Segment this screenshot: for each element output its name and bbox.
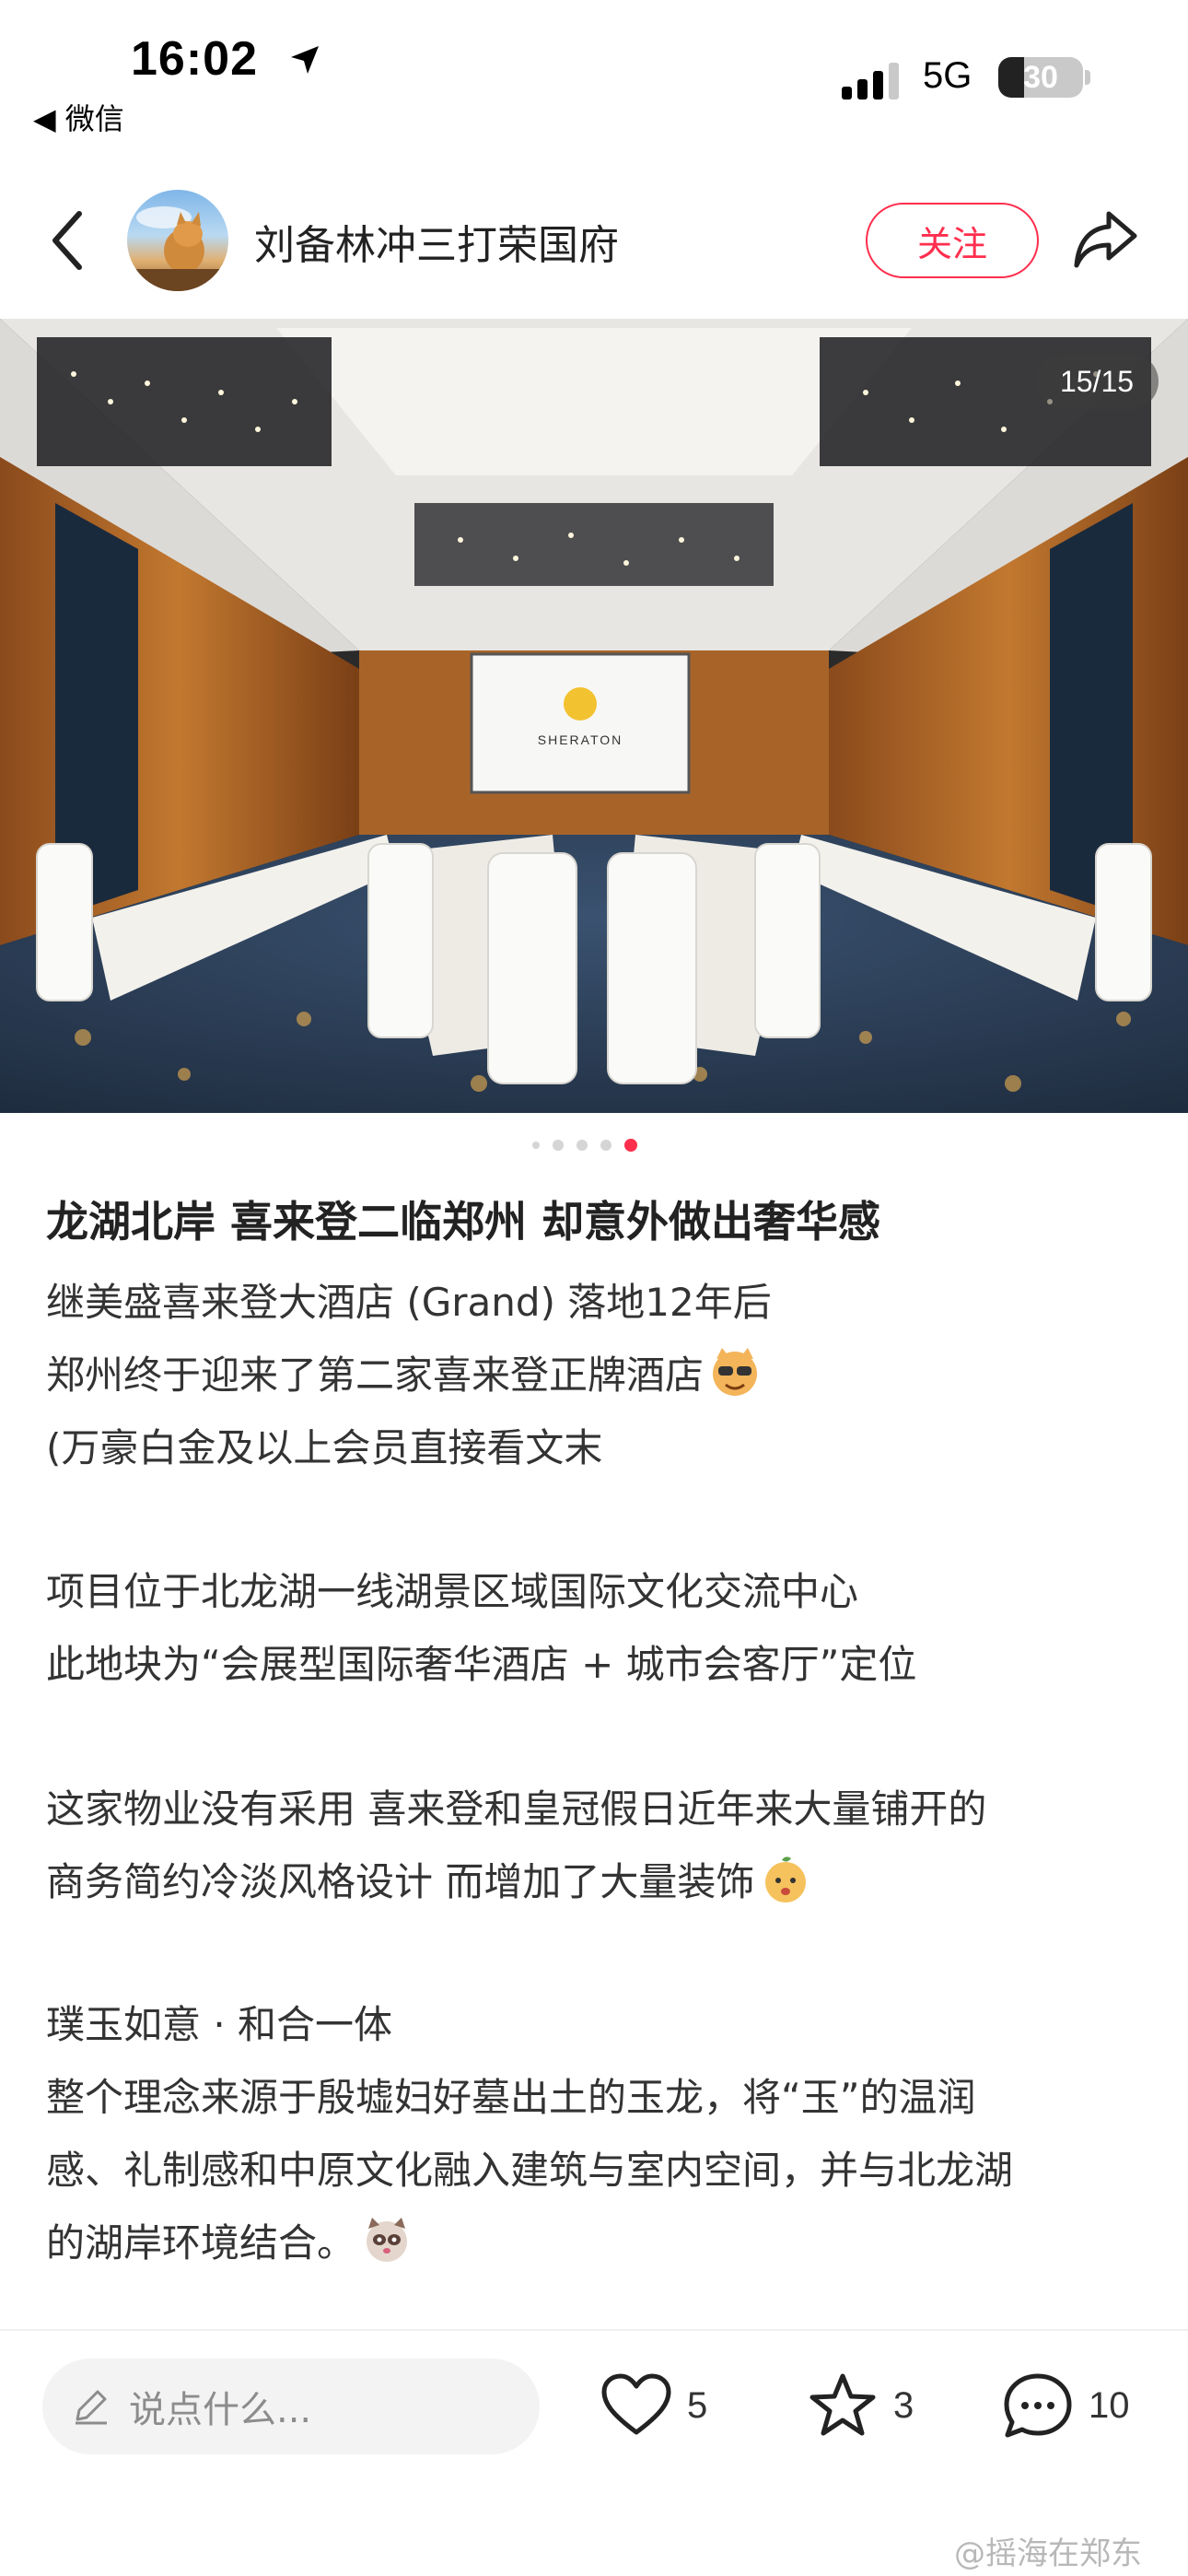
comment-count: 10	[1089, 2384, 1130, 2426]
peach-face-emoji-icon	[765, 1856, 807, 1903]
post-line: 璞玉如意 · 和合一体	[46, 2002, 393, 2047]
carousel-dot[interactable]	[600, 1140, 611, 1151]
post-photo[interactable]: SHERATON	[0, 319, 1188, 1113]
post-line-with-emoji: 郑州终于迎来了第二家喜来登正牌酒店	[46, 1339, 772, 1411]
image-counter: 15/15	[1035, 354, 1159, 409]
status-time: 16:02	[131, 32, 258, 86]
cat-avatar-icon	[127, 206, 228, 291]
carousel-dots[interactable]	[532, 1139, 637, 1152]
back-to-wechat-link[interactable]: ◀ 微信	[33, 96, 124, 138]
carousel-dot[interactable]	[577, 1140, 588, 1151]
battery-indicator: 30	[998, 57, 1083, 98]
raccoon-emoji-icon	[367, 2218, 408, 2262]
carousel-dot[interactable]	[532, 1142, 540, 1149]
post-line: 继美盛喜来登大酒店 (Grand) 落地12年后	[46, 1280, 772, 1325]
author-name[interactable]: 刘备林冲三打荣国府	[254, 212, 619, 271]
author-avatar[interactable]	[127, 190, 228, 291]
post-line: 项目位于北龙湖一线湖景区域国际文化交流中心	[46, 1569, 859, 1614]
post-line: 感、礼制感和中原文化融入建筑与室内空间，并与北龙湖	[46, 2148, 1014, 2193]
like-button[interactable]: 5	[600, 2371, 707, 2440]
shiba-sunglasses-emoji-icon	[713, 1348, 758, 1396]
post-paragraph-4: 璞玉如意 · 和合一体 整个理念来源于殷墟妇好墓出土的玉龙，将“玉”的温润 感、…	[46, 1988, 1013, 2279]
pencil-icon	[76, 2390, 107, 2425]
like-count: 5	[687, 2384, 708, 2426]
carousel-dot[interactable]	[553, 1140, 564, 1151]
share-icon[interactable]	[1072, 206, 1140, 273]
post-line: 整个理念来源于殷墟妇好墓出土的玉龙，将“玉”的温润	[46, 2075, 976, 2120]
collect-button[interactable]: 3	[807, 2371, 914, 2440]
cellular-signal-icon	[842, 63, 899, 100]
post-paragraph-2: 项目位于北龙湖一线湖景区域国际文化交流中心 此地块为“会展型国际奢华酒店 + 城…	[46, 1555, 916, 1701]
back-arrow-icon[interactable]	[44, 208, 90, 273]
chat-bubble-icon	[1004, 2373, 1072, 2438]
comments-button[interactable]: 10	[1002, 2371, 1130, 2440]
comment-input[interactable]: 说点什么...	[42, 2359, 540, 2454]
post-paragraph-1: 继美盛喜来登大酒店 (Grand) 落地12年后 郑州终于迎来了第二家喜来登正牌…	[46, 1266, 772, 1484]
bottom-divider	[0, 2329, 1188, 2331]
battery-percent: 30	[1023, 60, 1058, 95]
post-paragraph-3: 这家物业没有采用 喜来登和皇冠假日近年来大量铺开的 商务简约冷淡风格设计 而增加…	[46, 1773, 986, 1918]
collect-count: 3	[893, 2384, 914, 2426]
post-line-with-emoji: 商务简约冷淡风格设计 而增加了大量装饰	[46, 1845, 986, 1918]
star-icon	[809, 2373, 876, 2436]
ballroom-image: SHERATON	[0, 319, 1188, 1113]
follow-button[interactable]: 关注	[866, 203, 1039, 278]
post-line-with-emoji: 的湖岸环境结合。	[46, 2207, 1013, 2279]
network-type: 5G	[923, 55, 973, 96]
weibo-watermark: @摇海在郑东	[954, 2535, 1142, 2572]
carousel-dot-active[interactable]	[624, 1139, 637, 1152]
post-line: 此地块为“会展型国际奢华酒店 + 城市会客厅”定位	[46, 1642, 917, 1687]
post-title: 龙湖北岸 喜来登二临郑州 却意外做出奢华感	[46, 1197, 881, 1247]
screen-logo-text: SHERATON	[538, 732, 623, 747]
heart-icon	[601, 2373, 671, 2435]
location-arrow-icon	[291, 46, 319, 74]
battery-tip	[1085, 70, 1090, 85]
comment-placeholder: 说点什么...	[129, 2389, 312, 2431]
post-line: 这家物业没有采用 喜来登和皇冠假日近年来大量铺开的	[46, 1786, 987, 1832]
post-line: (万豪白金及以上会员直接看文末	[46, 1425, 603, 1470]
